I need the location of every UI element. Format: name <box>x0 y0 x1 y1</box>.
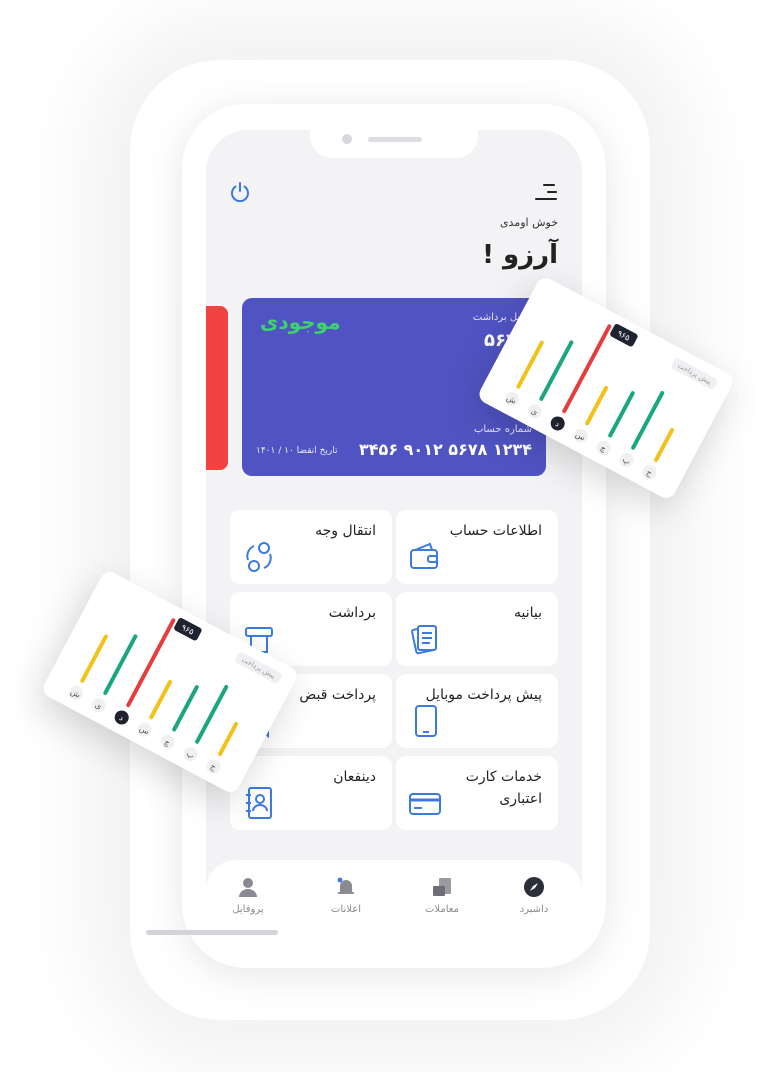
tile-label: برداشت <box>328 605 376 621</box>
card-expiry: تاریخ انقضا ۱۰ / ۱۴۰۱ <box>256 446 338 456</box>
bottom-tab-bar: داشبرد معاملات اعلانات پروفایل <box>206 860 582 940</box>
tile-label: پیش پرداخت موبایل <box>425 687 542 703</box>
tab-label: معاملات <box>425 904 459 915</box>
tab-transactions[interactable]: معاملات <box>402 876 482 915</box>
tab-label: اعلانات <box>331 904 361 915</box>
tile-label: بیانیه <box>513 605 542 621</box>
statement-icon <box>411 625 437 655</box>
account-number: ۱۲۳۴ ۵۶۷۸ ۹۰۱۲ ۳۴۵۶ <box>359 440 532 459</box>
widget-bar <box>631 390 665 450</box>
side-button-left <box>176 304 182 400</box>
tile-mobile-topup[interactable]: پیش پرداخت موبایل <box>396 674 558 748</box>
tile-transfer[interactable]: انتقال وجه <box>230 510 392 584</box>
widget-bar <box>539 340 574 401</box>
mobile-icon <box>415 705 437 737</box>
user-icon <box>239 878 257 897</box>
tab-label: پروفایل <box>232 904 264 915</box>
tab-profile[interactable]: پروفایل <box>208 876 288 915</box>
widget-bar <box>103 634 138 695</box>
transfer-icon <box>246 542 272 572</box>
home-indicator[interactable] <box>146 930 278 935</box>
contacts-icon <box>246 787 272 819</box>
tab-dashboard[interactable]: داشبرد <box>494 876 574 915</box>
tile-beneficiaries[interactable]: دینفعان <box>230 756 392 830</box>
widget-bar <box>149 680 172 720</box>
user-name: آرزو ! <box>482 240 558 270</box>
widget-bar <box>218 721 239 756</box>
camera-dot <box>342 134 352 144</box>
credit-card-icon <box>409 793 441 815</box>
bell-icon <box>337 877 354 894</box>
card-brand: موجودی <box>260 310 341 334</box>
side-button-right <box>606 222 612 256</box>
widget-bar <box>585 386 608 426</box>
phone-screen: خوش اومدی آرزو ! موجودی قابل برداشت ۵۶۴۰… <box>206 130 582 940</box>
tile-statement[interactable]: بیانیه <box>396 592 558 666</box>
tile-label: اطلاعات حساب <box>449 523 542 539</box>
compass-icon <box>524 877 544 897</box>
widget-bar <box>654 427 675 462</box>
account-label: شماره حساب <box>473 424 532 435</box>
tile-credit-card[interactable]: خدمات کارت اعتباری <box>396 756 558 830</box>
speaker-slot <box>368 137 422 142</box>
widget-bar <box>608 391 635 438</box>
widget-bar <box>80 634 108 683</box>
widget-bar <box>172 685 199 732</box>
secondary-card-edge[interactable] <box>206 306 228 470</box>
transactions-icon <box>433 878 451 896</box>
welcome-text: خوش اومدی <box>499 216 558 229</box>
phone-frame: خوش اومدی آرزو ! موجودی قابل برداشت ۵۶۴۰… <box>176 104 612 968</box>
power-icon[interactable] <box>228 180 252 204</box>
widget-bar <box>516 340 544 389</box>
tile-account-info[interactable]: اطلاعات حساب <box>396 510 558 584</box>
widget-bar <box>195 684 229 744</box>
menu-icon[interactable] <box>534 182 558 202</box>
tile-label: دینفعان <box>333 769 376 785</box>
tab-notifications[interactable]: اعلانات <box>306 876 386 915</box>
tab-label: داشبرد <box>519 904 549 915</box>
wallet-icon <box>410 542 438 569</box>
notch <box>310 130 478 158</box>
tile-label: انتقال وجه <box>315 523 376 539</box>
